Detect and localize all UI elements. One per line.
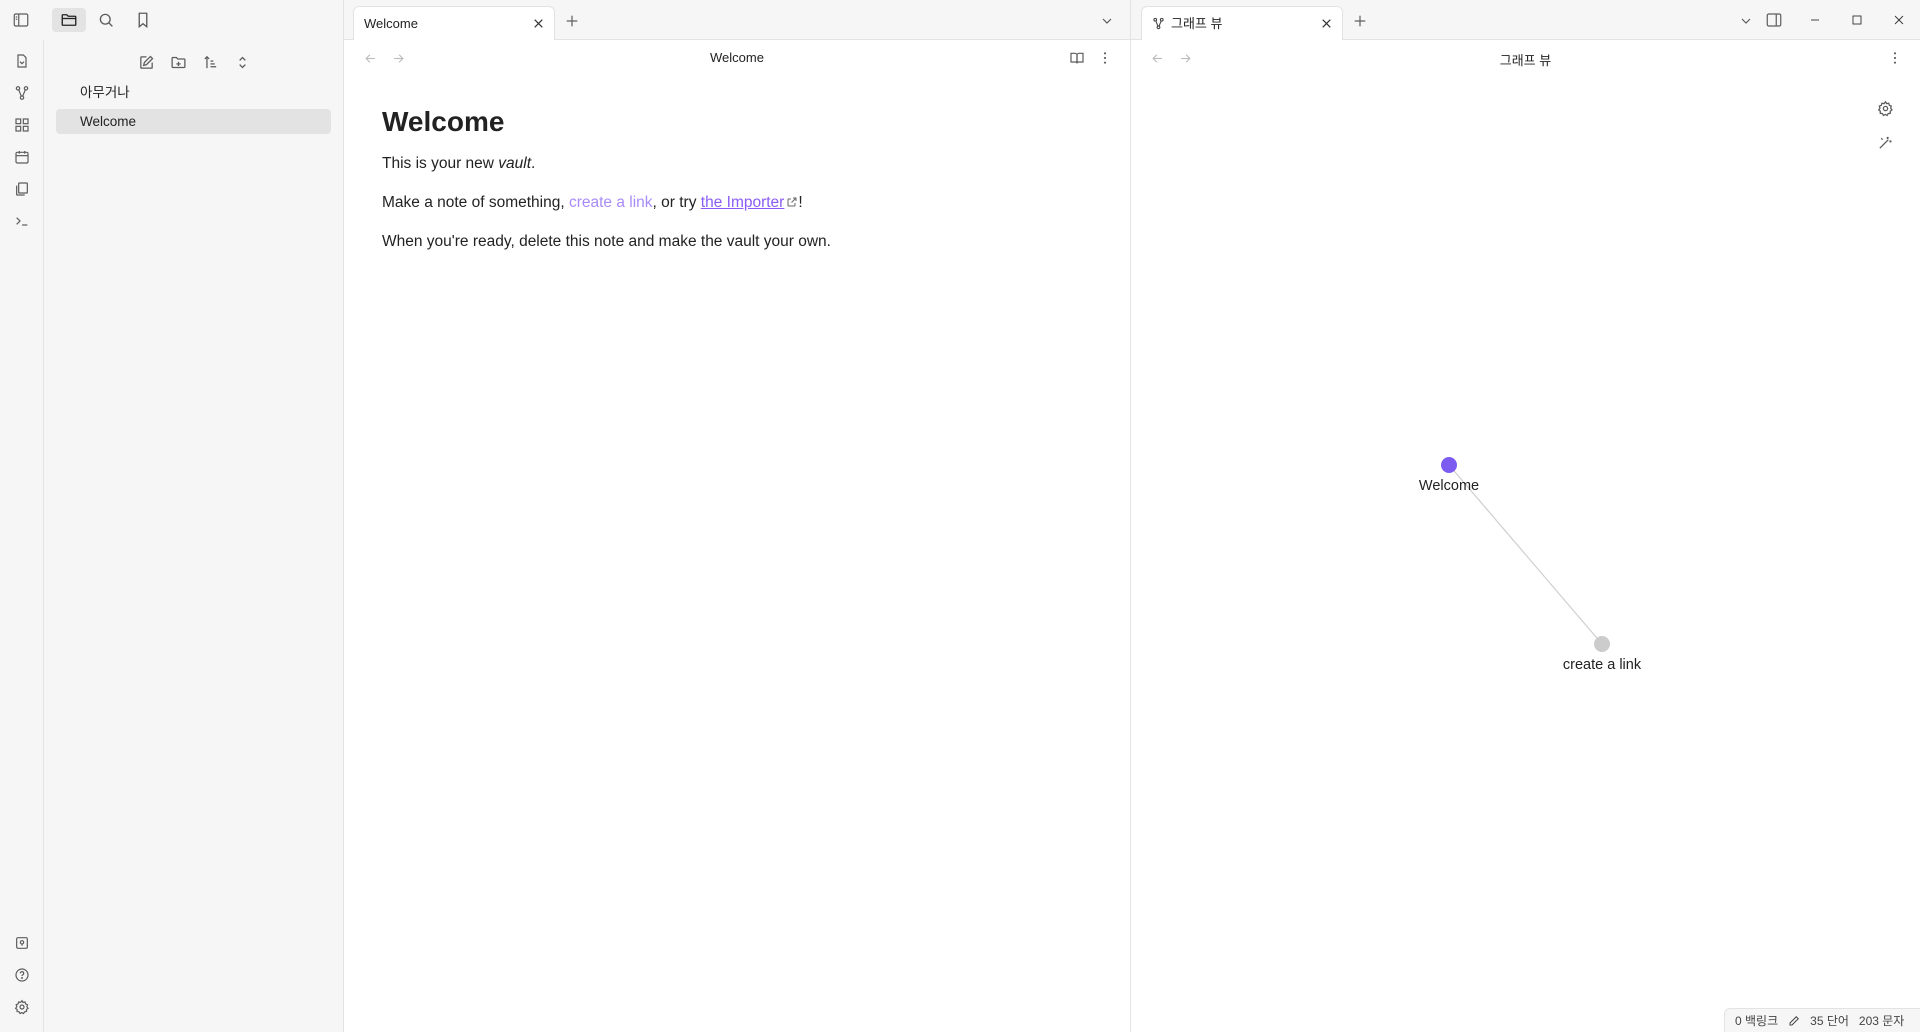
calendar-icon[interactable] bbox=[11, 146, 33, 168]
note-heading: Welcome bbox=[382, 106, 505, 137]
left-titlebar bbox=[0, 0, 344, 40]
reading-view-book-icon[interactable] bbox=[1066, 47, 1088, 69]
graph-tabbar: 그래프 뷰 bbox=[1131, 0, 1920, 40]
file-explorer: 아무거나 Welcome bbox=[44, 40, 344, 1032]
file-item-label: Welcome bbox=[80, 114, 137, 129]
file-item-label: 아무거나 bbox=[80, 85, 130, 100]
sort-order-icon[interactable] bbox=[198, 50, 222, 74]
tab-graph-view[interactable]: 그래프 뷰 bbox=[1141, 6, 1343, 40]
status-bar: 0 백링크 35 단어 203 문자 bbox=[1724, 1008, 1920, 1032]
minimize-icon[interactable] bbox=[1803, 8, 1827, 32]
help-icon[interactable] bbox=[11, 964, 33, 986]
view-header: Welcome bbox=[344, 40, 1130, 76]
settings-gear-icon[interactable] bbox=[11, 996, 33, 1018]
app-window: 아무거나 Welcome Welcome Welcome Welcome Thi… bbox=[0, 0, 1920, 1032]
new-note-icon[interactable] bbox=[134, 50, 158, 74]
collapse-all-icon[interactable] bbox=[230, 50, 254, 74]
templates-icon[interactable] bbox=[11, 178, 33, 200]
vault-switcher-icon[interactable] bbox=[11, 932, 33, 954]
graph-node-label: create a link bbox=[1562, 657, 1642, 673]
view-title: Welcome bbox=[710, 50, 764, 65]
external-link-icon bbox=[786, 196, 798, 208]
note-emphasis: vault bbox=[498, 155, 532, 172]
file-explorer-tab-icon[interactable] bbox=[52, 8, 86, 32]
note-text: , or try bbox=[652, 194, 701, 211]
note-content[interactable]: Welcome This is your new vault. Make a n… bbox=[382, 106, 1082, 269]
tab-list-chevron-down-icon[interactable] bbox=[1096, 10, 1118, 32]
new-tab-plus-icon[interactable] bbox=[1349, 10, 1371, 32]
new-tab-plus-icon[interactable] bbox=[561, 10, 583, 32]
maximize-icon[interactable] bbox=[1845, 8, 1869, 32]
canvas-icon[interactable] bbox=[11, 114, 33, 136]
tab-welcome[interactable]: Welcome bbox=[353, 6, 555, 40]
graph-pane: 그래프 뷰 그래프 뷰 Welcome create a link 0 백링크 … bbox=[1131, 0, 1920, 1032]
graph-svg bbox=[1441, 457, 1610, 652]
graph-node-welcome[interactable] bbox=[1441, 457, 1457, 473]
close-icon[interactable] bbox=[1318, 15, 1334, 31]
graph-view-icon bbox=[1152, 17, 1165, 30]
backlinks-count[interactable]: 0 백링크 bbox=[1735, 1012, 1778, 1029]
view-title: 그래프 뷰 bbox=[1499, 53, 1552, 68]
word-count: 35 단어 bbox=[1810, 1014, 1849, 1028]
note-paragraph: When you're ready, delete this note and … bbox=[382, 233, 831, 250]
bookmark-icon[interactable] bbox=[126, 8, 160, 32]
note-text: ! bbox=[798, 194, 803, 211]
view-header: 그래프 뷰 bbox=[1131, 40, 1920, 76]
search-icon[interactable] bbox=[89, 8, 123, 32]
window-close-icon[interactable] bbox=[1887, 8, 1911, 32]
graph-canvas[interactable]: Welcome create a link bbox=[1131, 76, 1920, 1032]
note-paragraph: Make a note of something, create a link,… bbox=[382, 191, 1082, 215]
edit-pencil-icon[interactable] bbox=[1788, 1015, 1800, 1027]
more-options-icon[interactable] bbox=[1094, 47, 1116, 69]
graph-node-create-a-link[interactable] bbox=[1594, 636, 1610, 652]
note-text: This is your new bbox=[382, 155, 499, 172]
file-item-active[interactable]: Welcome bbox=[56, 109, 331, 134]
external-link[interactable]: the Importer bbox=[701, 194, 785, 211]
tab-label: 그래프 뷰 bbox=[1171, 15, 1223, 31]
more-options-icon[interactable] bbox=[1884, 47, 1906, 69]
sidebar-toggle-icon[interactable] bbox=[4, 8, 38, 32]
editor-tabbar: Welcome bbox=[344, 0, 1130, 40]
terminal-icon[interactable] bbox=[11, 210, 33, 232]
tab-label: Welcome bbox=[364, 15, 418, 31]
note-text: Make a note of something, bbox=[382, 194, 569, 211]
char-count: 203 문자 bbox=[1858, 1014, 1905, 1028]
internal-link[interactable]: create a link bbox=[569, 194, 653, 211]
file-item[interactable]: 아무거나 bbox=[56, 80, 331, 105]
graph-node-label: Welcome bbox=[1418, 478, 1480, 494]
tab-list-chevron-down-icon[interactable] bbox=[1735, 10, 1757, 32]
open-quick-switcher-icon[interactable] bbox=[11, 50, 33, 72]
note-paragraph: This is your new vault. bbox=[382, 152, 1082, 176]
new-folder-icon[interactable] bbox=[166, 50, 190, 74]
close-icon[interactable] bbox=[530, 15, 546, 31]
graph-view-icon[interactable] bbox=[11, 82, 33, 104]
ribbon bbox=[0, 40, 44, 1032]
editor-pane: Welcome Welcome Welcome This is your new… bbox=[344, 0, 1131, 1032]
file-explorer-actions bbox=[134, 50, 254, 74]
note-text: . bbox=[531, 155, 536, 172]
right-sidebar-toggle-icon[interactable] bbox=[1763, 9, 1785, 31]
